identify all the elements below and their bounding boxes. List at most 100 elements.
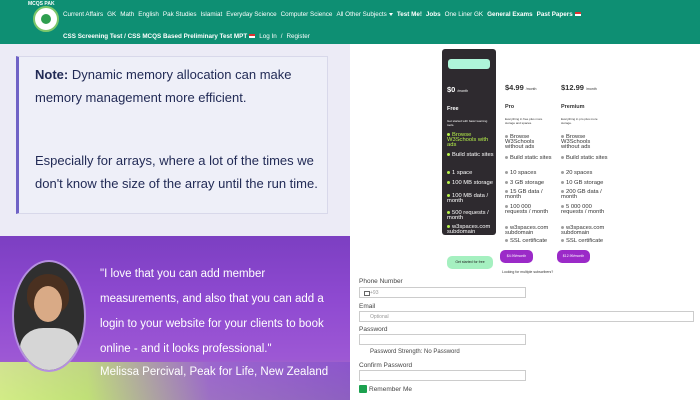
- premium-subscribe-button[interactable]: $12.99/month: [557, 250, 590, 263]
- plan-price: $0/month: [447, 85, 468, 94]
- plan-feature: 100 MB storage: [447, 180, 495, 187]
- nav-separator: /: [280, 33, 283, 40]
- plan-feature: Browse W3Schools without ads: [505, 134, 553, 151]
- site-logo[interactable]: [33, 6, 59, 32]
- plan-price-period: /month: [525, 87, 537, 91]
- testimonial-section: "I love that you can add member measurem…: [0, 236, 350, 400]
- remember-me-checkbox[interactable]: [359, 385, 367, 393]
- nav-test-me[interactable]: Test Me!: [397, 11, 422, 18]
- nav-one-liner-gk[interactable]: One Liner GK: [445, 11, 484, 18]
- check-icon: [447, 171, 450, 174]
- logo-text: MCQS PAK: [28, 1, 55, 7]
- nav-log-in[interactable]: Log In: [259, 33, 277, 40]
- nav-row-secondary: CSS Screening Test / CSS MCQS Based Prel…: [63, 33, 310, 40]
- feature-text: 1 space: [452, 170, 473, 177]
- confirm-password-input[interactable]: [359, 370, 526, 381]
- feature-text: Build static sites: [566, 155, 608, 162]
- avatar-body: [20, 328, 78, 370]
- email-input[interactable]: Optional: [359, 311, 694, 322]
- nav-math[interactable]: Math: [120, 11, 134, 18]
- plan-feature: w3spaces.com subdomain: [447, 224, 495, 236]
- plan-feature: 20 spaces: [561, 170, 609, 176]
- feature-text: 500 requests / month: [447, 210, 489, 222]
- plan-price-value: $0: [447, 85, 456, 94]
- plan-feature: 5 000 000 requests / month: [561, 204, 609, 215]
- multiple-subscribers-link[interactable]: Looking for multiple subscribers?: [502, 270, 553, 274]
- nav-english[interactable]: English: [138, 11, 159, 18]
- nav-pak-studies[interactable]: Pak Studies: [163, 11, 197, 18]
- feature-text: Browse W3Schools without ads: [505, 134, 535, 151]
- check-icon: [505, 205, 508, 208]
- testimonial-quote: "I love that you can add member measurem…: [100, 268, 324, 355]
- note-paragraph-1: Note: Dynamic memory allocation can make…: [35, 63, 315, 109]
- nav-row-primary: Current Affairs GK Math English Pak Stud…: [63, 11, 581, 18]
- nav-current-affairs[interactable]: Current Affairs: [63, 11, 103, 18]
- phone-label: Phone Number: [359, 278, 403, 285]
- plan-price: $4.99/month: [505, 83, 536, 92]
- feature-text: w3spaces.com subdomain: [505, 225, 549, 237]
- nav-gk[interactable]: GK: [107, 11, 116, 18]
- pro-subscribe-button[interactable]: $4.99/month: [500, 250, 533, 263]
- check-icon: [561, 205, 564, 208]
- plan-card-free: $0/month Free Get started with basic lea…: [442, 49, 496, 235]
- remember-me-label: Remember Me: [369, 386, 412, 393]
- phone-input[interactable]: +93: [359, 287, 526, 298]
- chevron-down-icon: [388, 12, 393, 16]
- feature-text: SSL certificate: [566, 238, 604, 245]
- plan-feature: Build static sites: [505, 155, 553, 162]
- flag-icon: [364, 291, 370, 296]
- check-icon: [447, 211, 450, 214]
- plan-card-pro: $4.99/month Pro Everything in free plus …: [500, 47, 554, 275]
- plan-feature: Browse W3Schools with ads: [447, 132, 495, 148]
- password-strength-text: Password Strength: No Password: [370, 349, 460, 355]
- nav-past-papers[interactable]: Past Papers: [537, 11, 581, 18]
- plan-feature: SSL certificate: [505, 238, 553, 245]
- nav-everyday-science[interactable]: Everyday Science: [226, 11, 276, 18]
- plan-feature: Browse W3Schools without ads: [561, 134, 609, 150]
- plan-price: $12.99/month: [561, 83, 597, 92]
- check-icon: [447, 194, 450, 197]
- nav-computer-science[interactable]: Computer Science: [281, 11, 333, 18]
- nav-register[interactable]: Register: [286, 33, 309, 40]
- get-started-free-button[interactable]: Get started for free: [447, 256, 493, 269]
- check-icon: [561, 135, 564, 138]
- feature-text: w3spaces.com subdomain: [447, 224, 491, 236]
- nav-css-screening[interactable]: CSS Screening Test / CSS MCQS Based Prel…: [63, 33, 256, 40]
- check-icon: [561, 239, 564, 242]
- plan-feature: 15 GB data / month: [505, 189, 553, 200]
- confirm-password-label: Confirm Password: [359, 362, 413, 369]
- avatar-face: [34, 286, 62, 322]
- plan-description: Everything in free plus more storage and…: [505, 117, 543, 125]
- testimonial-author: Melissa Percival, Peak for Life, New Zea…: [100, 366, 329, 378]
- note-paragraph-2: Especially for arrays, where a lot of th…: [35, 153, 318, 191]
- feature-text: SSL certificate: [510, 238, 548, 245]
- feature-text: 10 GB storage: [566, 180, 604, 187]
- avatar: [12, 260, 86, 372]
- note-box: Note: Dynamic memory allocation can make…: [16, 56, 328, 214]
- nav-islamiat[interactable]: Islamiat: [201, 11, 223, 18]
- check-icon: [447, 225, 450, 228]
- feature-text: 100 MB storage: [452, 180, 493, 187]
- nav-general-exams[interactable]: General Exams: [487, 11, 533, 18]
- plan-description: Everything in pro plus more storage.: [561, 117, 598, 125]
- plan-feature: 100 MB data / month: [447, 193, 495, 205]
- plan-description: Get started with basic learning tools.: [447, 119, 488, 127]
- feature-text: 100 MB data / month: [447, 193, 489, 205]
- plan-card-premium: $12.99/month Premium Everything in pro p…: [556, 47, 610, 275]
- feature-text: 10 spaces: [510, 170, 537, 177]
- feature-text: Build static sites: [510, 155, 552, 162]
- nav-all-other-subjects[interactable]: All Other Subjects: [336, 11, 393, 18]
- check-icon: [447, 133, 450, 136]
- plan-feature: 500 requests / month: [447, 210, 495, 222]
- password-label: Password: [359, 326, 388, 333]
- free-plan-tag: [448, 59, 490, 69]
- check-icon: [561, 181, 564, 184]
- plan-feature: 3 GB storage: [505, 180, 553, 186]
- check-icon: [505, 181, 508, 184]
- plan-feature: w3spaces.com subdomain: [505, 225, 553, 237]
- check-icon: [561, 156, 564, 159]
- nav-jobs[interactable]: Jobs: [426, 11, 441, 18]
- check-icon: [505, 239, 508, 242]
- check-icon: [561, 226, 564, 229]
- password-input[interactable]: [359, 334, 526, 345]
